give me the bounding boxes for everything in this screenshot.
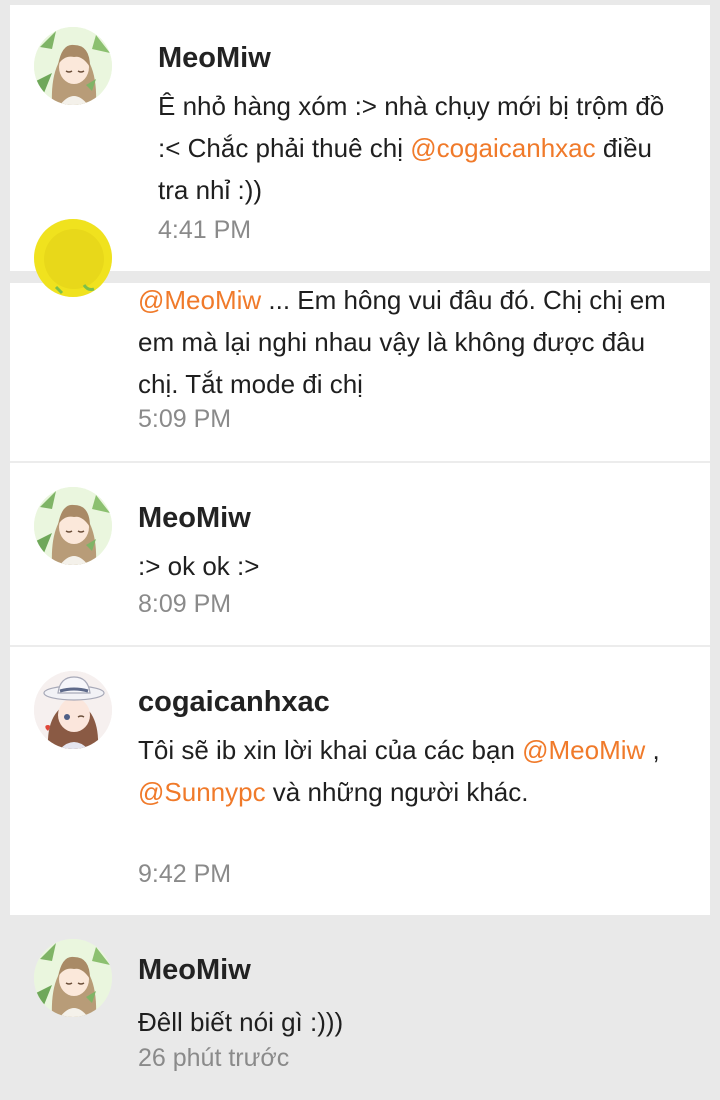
comment-card[interactable]: @MeoMiw ... Em hông vui đâu đó. Chị chị …: [10, 219, 710, 461]
comment-timestamp: 5:09 PM: [138, 405, 232, 433]
anime-girl-hat-avatar-icon[interactable]: [34, 671, 112, 749]
comment-text: @MeoMiw ... Em hông vui đâu đó. Chị chị …: [138, 279, 678, 405]
mention-link[interactable]: @MeoMiw: [138, 285, 261, 315]
comment-text: Tôi sẽ ib xin lời khai của các bạn @MeoM…: [138, 729, 678, 813]
comment-timestamp: 26 phút trước: [138, 1044, 290, 1072]
comment-card[interactable]: MeoMiw Ê nhỏ hàng xóm :> nhà chụy mới bị…: [10, 5, 710, 271]
comment-author[interactable]: MeoMiw: [138, 954, 251, 987]
comment-text: Đêll biết nói gì :))): [138, 1001, 678, 1043]
comment-text-part: Tôi sẽ ib xin lời khai của các bạn: [138, 735, 523, 765]
comment-text-part: và những người khác.: [265, 777, 529, 807]
anime-girl-green-avatar-icon[interactable]: [34, 27, 112, 105]
yellow-avatar-icon[interactable]: [34, 219, 112, 297]
comment-text-part: Đêll biết nói gì :))): [138, 1007, 344, 1037]
comment-text-part: ,: [645, 735, 660, 765]
comment-card[interactable]: cogaicanhxac Tôi sẽ ib xin lời khai của …: [10, 647, 710, 915]
comment-timestamp: 9:42 PM: [138, 860, 232, 888]
mention-link[interactable]: @cogaicanhxac: [410, 133, 595, 163]
comment-text-part: :> ok ok :>: [138, 551, 260, 581]
comment-text: :> ok ok :>: [138, 545, 678, 587]
comment-author[interactable]: MeoMiw: [138, 502, 251, 535]
comment-item[interactable]: MeoMiw Đêll biết nói gì :))) 26 phút trư…: [10, 915, 710, 1100]
comment-timestamp: 4:41 PM: [158, 216, 252, 244]
anime-girl-green-avatar-icon[interactable]: [34, 487, 112, 565]
comment-timestamp: 8:09 PM: [138, 590, 232, 618]
mention-link[interactable]: @MeoMiw: [522, 735, 645, 765]
mention-link[interactable]: @Sunnypc: [138, 777, 266, 807]
comment-text: Ê nhỏ hàng xóm :> nhà chụy mới bị trộm đ…: [158, 85, 678, 211]
comment-author[interactable]: MeoMiw: [158, 42, 271, 75]
anime-girl-green-avatar-icon[interactable]: [34, 939, 112, 1017]
comment-card[interactable]: MeoMiw :> ok ok :> 8:09 PM: [10, 463, 710, 645]
comment-author[interactable]: cogaicanhxac: [138, 686, 330, 719]
